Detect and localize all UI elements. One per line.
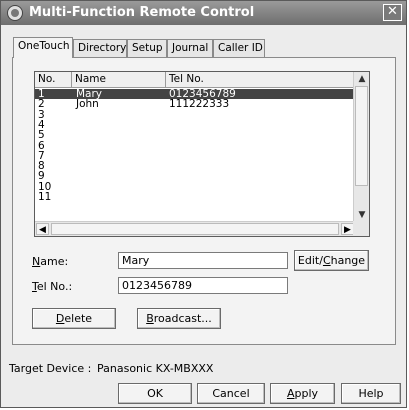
ok-button[interactable]: OK [118, 383, 192, 404]
target-device-label: Target Device : [9, 362, 92, 375]
list-row[interactable]: 6 [35, 139, 353, 152]
list-cell-no: 9 [38, 170, 45, 183]
list-cell-no: 2 [38, 98, 45, 111]
column-header-name[interactable]: Name [72, 72, 166, 87]
vertical-scrollbar[interactable]: ▲ ▼ [353, 72, 369, 222]
list-row[interactable]: 11 [35, 191, 353, 203]
list-cell-name: John [76, 98, 99, 111]
list-row[interactable]: 8 [35, 161, 353, 172]
list-row[interactable]: 9 [35, 170, 353, 183]
scroll-down-icon[interactable]: ▼ [356, 209, 368, 221]
tab-caller-id[interactable]: Caller ID [213, 39, 265, 57]
list-row[interactable]: 2 John 111222333 [35, 98, 353, 111]
list-cell-no: 5 [38, 129, 45, 142]
close-button[interactable]: ✕ [383, 4, 402, 21]
delete-button[interactable]: Delete [32, 308, 116, 329]
title-bar: Multi-Function Remote Control ✕ [1, 1, 406, 25]
onetouch-list[interactable]: No. Name Tel No. 1 Mary 0123456789 2 John 111… [34, 71, 370, 237]
tel-label: Tel No.: [32, 280, 73, 293]
dialog-window: Multi-Function Remote Control ✕ OneTouch… [0, 0, 407, 408]
name-field[interactable]: Mary [118, 252, 288, 269]
list-row[interactable]: 4 [35, 120, 353, 131]
list-row[interactable]: 3 [35, 109, 353, 120]
tel-field[interactable]: 0123456789 [118, 277, 288, 294]
scroll-left-icon[interactable]: ◀ [36, 223, 49, 235]
edit-change-button[interactable]: Edit/Change [294, 250, 369, 271]
column-header-tel[interactable]: Tel No. [166, 72, 353, 87]
list-row[interactable]: 5 [35, 129, 353, 142]
cancel-button[interactable]: Cancel [197, 383, 265, 404]
horizontal-scroll-thumb[interactable] [51, 223, 339, 235]
column-header-no[interactable]: No. [35, 72, 72, 87]
window-title: Multi-Function Remote Control [29, 5, 255, 20]
target-device-value: Panasonic KX-MBXXX [97, 362, 214, 375]
tab-onetouch[interactable]: OneTouch [13, 37, 73, 58]
app-icon [7, 5, 23, 21]
list-cell-tel: 111222333 [169, 98, 230, 111]
vertical-scroll-thumb[interactable] [355, 86, 368, 186]
apply-button[interactable]: Apply [270, 383, 335, 404]
horizontal-scrollbar[interactable]: ◀ ▶ [35, 221, 355, 236]
help-button[interactable]: Help [341, 383, 401, 404]
scroll-up-icon[interactable]: ▲ [356, 73, 368, 85]
tab-setup[interactable]: Setup [127, 39, 167, 57]
list-row[interactable]: 7 [35, 151, 353, 162]
name-label: Name: [32, 255, 69, 268]
scroll-corner [353, 221, 369, 236]
list-cell-no: 11 [38, 191, 52, 203]
tab-directory[interactable]: Directory [73, 39, 127, 57]
list-row[interactable]: 10 [35, 181, 353, 192]
list-cell-no: 6 [38, 139, 45, 152]
tab-journal[interactable]: Journal [167, 39, 213, 57]
list-header: No. Name Tel No. [35, 72, 353, 88]
broadcast-button[interactable]: Broadcast... [137, 308, 221, 329]
